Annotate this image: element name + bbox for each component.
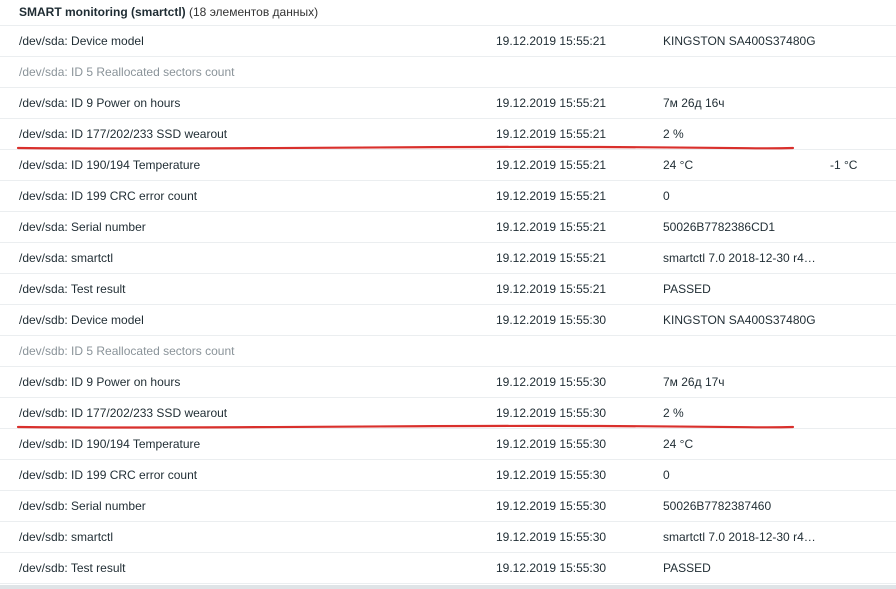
table-row[interactable]: /dev/sda: ID 5 Reallocated sectors count: [0, 57, 896, 88]
group-title: SMART monitoring (smartctl): [19, 5, 186, 19]
table-row[interactable]: /dev/sdb: ID 199 CRC error count 19.12.20…: [0, 460, 896, 491]
table-row[interactable]: /dev/sda: smartctl 19.12.2019 15:55:21 sma…: [0, 243, 896, 274]
value-change: -1 °C: [830, 158, 858, 172]
last-check-time: 19.12.2019 15:55:21: [496, 127, 607, 141]
last-check-time: 19.12.2019 15:55:21: [496, 251, 607, 265]
item-name[interactable]: /dev/sdb: ID 190/194 Temperature: [19, 429, 489, 460]
last-check-time: 19.12.2019 15:55:21: [496, 34, 607, 48]
last-check-time: 19.12.2019 15:55:21: [496, 96, 607, 110]
last-check-time: 19.12.2019 15:55:30: [496, 561, 607, 575]
item-name[interactable]: /dev/sdb: Device model: [19, 305, 489, 336]
table-footer-bar: [0, 585, 896, 589]
table-row[interactable]: /dev/sdb: smartctl 19.12.2019 15:55:30 sma…: [0, 522, 896, 553]
item-name[interactable]: /dev/sda: ID 5 Reallocated sectors count: [19, 57, 489, 88]
table-row[interactable]: /dev/sda: ID 177/202/233 SSD wearout 19.1…: [0, 119, 896, 150]
table-row[interactable]: /dev/sdb: ID 5 Reallocated sectors count: [0, 336, 896, 367]
last-value: KINGSTON SA400S37480G: [663, 34, 816, 48]
latest-data-table: SMART monitoring (smartctl) (18 элементо…: [0, 0, 896, 589]
item-name[interactable]: /dev/sdb: Test result: [19, 553, 489, 584]
last-check-time: 19.12.2019 15:55:21: [496, 158, 607, 172]
table-row[interactable]: /dev/sda: Serial number 19.12.2019 15:55:…: [0, 212, 896, 243]
item-name[interactable]: /dev/sdb: ID 5 Reallocated sectors count: [19, 336, 489, 367]
table-row[interactable]: /dev/sdb: Device model 19.12.2019 15:55:3…: [0, 305, 896, 336]
item-name[interactable]: /dev/sda: ID 177/202/233 SSD wearout: [19, 119, 489, 150]
table-row[interactable]: /dev/sdb: Serial number 19.12.2019 15:55:…: [0, 491, 896, 522]
last-value: smartctl 7.0 2018-12-30 r4…: [663, 251, 816, 265]
table-row[interactable]: /dev/sdb: Test result 19.12.2019 15:55:30…: [0, 553, 896, 584]
item-name[interactable]: /dev/sdb: smartctl: [19, 522, 489, 553]
item-name[interactable]: /dev/sdb: Serial number: [19, 491, 489, 522]
last-check-time: 19.12.2019 15:55:30: [496, 499, 607, 513]
item-name[interactable]: /dev/sda: Device model: [19, 26, 489, 57]
table-row[interactable]: /dev/sda: ID 199 CRC error count 19.12.20…: [0, 181, 896, 212]
last-check-time: 19.12.2019 15:55:21: [496, 220, 607, 234]
item-name[interactable]: /dev/sda: ID 199 CRC error count: [19, 181, 489, 212]
table-row[interactable]: /dev/sda: ID 9 Power on hours 19.12.2019 …: [0, 88, 896, 119]
last-check-time: 19.12.2019 15:55:30: [496, 375, 607, 389]
item-name[interactable]: /dev/sdb: ID 199 CRC error count: [19, 460, 489, 491]
table-row[interactable]: /dev/sda: Test result 19.12.2019 15:55:21…: [0, 274, 896, 305]
item-name[interactable]: /dev/sdb: ID 9 Power on hours: [19, 367, 489, 398]
last-check-time: 19.12.2019 15:55:21: [496, 282, 607, 296]
item-name[interactable]: /dev/sda: Serial number: [19, 212, 489, 243]
last-check-time: 19.12.2019 15:55:30: [496, 468, 607, 482]
last-check-time: 19.12.2019 15:55:21: [496, 189, 607, 203]
last-value: 2 %: [663, 127, 684, 141]
last-value: 7м 26д 17ч: [663, 375, 725, 389]
last-value: 50026B7782387460: [663, 499, 772, 513]
item-name[interactable]: /dev/sda: Test result: [19, 274, 489, 305]
table-row[interactable]: /dev/sdb: ID 190/194 Temperature 19.12.20…: [0, 429, 896, 460]
last-value: 0: [663, 189, 670, 203]
item-name[interactable]: /dev/sdb: ID 177/202/233 SSD wearout: [19, 398, 489, 429]
item-name[interactable]: /dev/sda: ID 9 Power on hours: [19, 88, 489, 119]
application-group-header[interactable]: SMART monitoring (smartctl) (18 элементо…: [0, 0, 896, 26]
last-check-time: 19.12.2019 15:55:30: [496, 406, 607, 420]
table-row[interactable]: /dev/sdb: ID 9 Power on hours 19.12.2019 …: [0, 367, 896, 398]
last-check-time: 19.12.2019 15:55:30: [496, 313, 607, 327]
table-row[interactable]: /dev/sda: Device model 19.12.2019 15:55:2…: [0, 26, 896, 57]
last-value: KINGSTON SA400S37480G: [663, 313, 816, 327]
last-value: PASSED: [663, 282, 711, 296]
last-value: PASSED: [663, 561, 711, 575]
last-value: 7м 26д 16ч: [663, 96, 725, 110]
last-value: 2 %: [663, 406, 684, 420]
last-check-time: 19.12.2019 15:55:30: [496, 437, 607, 451]
group-item-count: (18 элементов данных): [189, 5, 319, 19]
last-check-time: 19.12.2019 15:55:30: [496, 530, 607, 544]
item-rows: /dev/sda: Device model 19.12.2019 15:55:2…: [0, 26, 896, 584]
table-row[interactable]: /dev/sdb: ID 177/202/233 SSD wearout 19.1…: [0, 398, 896, 429]
last-value: 24 °C: [663, 437, 694, 451]
item-name[interactable]: /dev/sda: smartctl: [19, 243, 489, 274]
last-value: 24 °C: [663, 158, 694, 172]
last-value: 50026B7782386CD1: [663, 220, 776, 234]
last-value: smartctl 7.0 2018-12-30 r4…: [663, 530, 816, 544]
last-value: 0: [663, 468, 670, 482]
item-name[interactable]: /dev/sda: ID 190/194 Temperature: [19, 150, 489, 181]
table-row[interactable]: /dev/sda: ID 190/194 Temperature 19.12.20…: [0, 150, 896, 181]
